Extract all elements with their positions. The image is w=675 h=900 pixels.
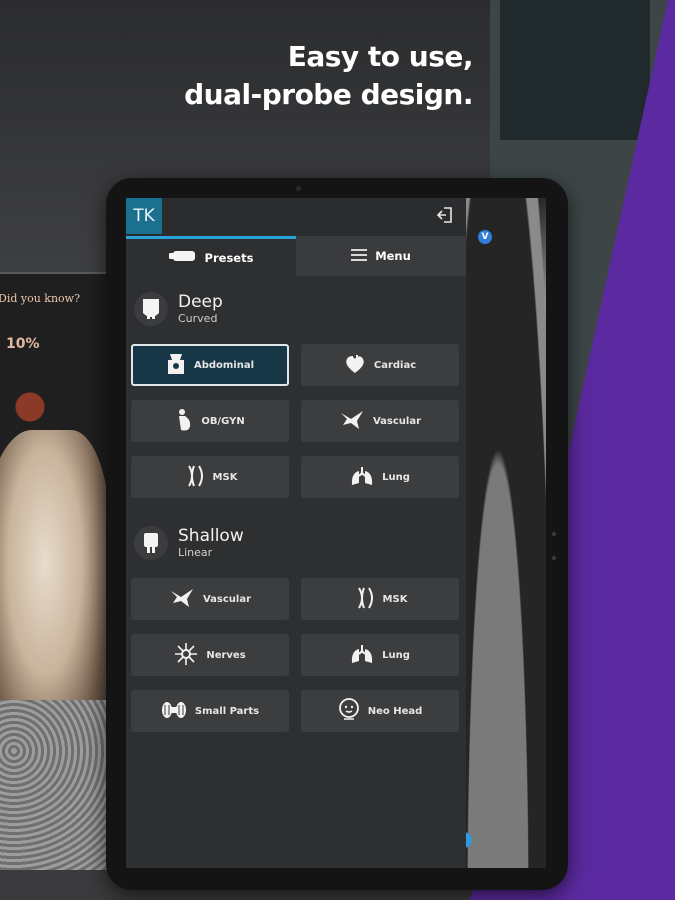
preset-label: Vascular (372, 415, 422, 427)
preset-deep-abdominal[interactable]: Abdominal (131, 344, 289, 386)
abdominal-icon (166, 352, 186, 379)
headline-line-1: Easy to use, (287, 40, 474, 73)
tablet-side-button (552, 532, 556, 536)
preset-shallow-nerves[interactable]: Nerves (131, 634, 289, 676)
tab-bar: Presets Menu (126, 236, 466, 276)
preset-shallow-lung[interactable]: Lung (301, 634, 459, 676)
preset-label: OB/GYN (201, 415, 245, 427)
tab-presets[interactable]: Presets (126, 236, 296, 276)
msk-icon (353, 586, 375, 613)
preset-deep-msk[interactable]: MSK (131, 456, 289, 498)
deep-probe-header: Deep Curved (134, 292, 223, 326)
vascular-icon (339, 409, 365, 434)
preset-label: Cardiac (373, 359, 417, 371)
small-parts-icon (161, 699, 187, 724)
shallow-title: Shallow (178, 526, 244, 546)
preset-deep-ob-gyn[interactable]: OB/GYN (131, 400, 289, 442)
deep-title: Deep (178, 292, 223, 312)
exit-icon[interactable] (436, 206, 454, 224)
hamburger-icon (351, 248, 368, 264)
vascular-icon (169, 587, 195, 612)
lung-icon (350, 465, 374, 490)
tab-menu[interactable]: Menu (296, 236, 466, 276)
poster-stat: 10% (6, 336, 40, 352)
preset-label: MSK (212, 471, 238, 483)
msk-icon (183, 464, 205, 491)
preset-label: MSK (382, 593, 408, 605)
cat-perch-photo (0, 700, 110, 870)
shallow-subtitle: Linear (178, 546, 213, 559)
background-dark-panel (500, 0, 650, 140)
shallow-probe-header: Shallow Linear (134, 526, 244, 560)
tab-presets-label: Presets (204, 250, 254, 265)
neo-head-icon (338, 697, 360, 725)
preset-shallow-msk[interactable]: MSK (301, 578, 459, 620)
nerves-icon (174, 642, 198, 669)
tablet-side-button (552, 556, 556, 560)
tab-menu-label: Menu (375, 249, 411, 263)
deep-subtitle: Curved (178, 312, 218, 325)
ob-gyn-icon (175, 408, 193, 435)
preset-label: Neo Head (367, 705, 423, 717)
preset-label: Lung (382, 471, 410, 483)
preset-label: Lung (382, 649, 410, 661)
curved-probe-icon (134, 292, 168, 326)
preset-shallow-neo-head[interactable]: Neo Head (301, 690, 459, 732)
lung-icon (350, 643, 374, 668)
tablet-camera (296, 186, 301, 191)
poster-question: Did you know? (0, 292, 80, 305)
linear-probe-icon (134, 526, 168, 560)
headline: Easy to use, dual-probe design. (0, 38, 473, 114)
presets-panel: TK Presets Menu Deep Curved Abdominal Ca… (126, 198, 466, 868)
orientation-badge: V (478, 230, 492, 244)
preset-deep-lung[interactable]: Lung (301, 456, 459, 498)
top-bar: TK (126, 198, 466, 236)
preset-label: Nerves (206, 649, 246, 661)
preset-label: Vascular (202, 593, 252, 605)
user-avatar[interactable]: TK (126, 198, 162, 234)
ultrasound-image[interactable]: V (460, 198, 546, 868)
preset-shallow-vascular[interactable]: Vascular (131, 578, 289, 620)
heart-icon (344, 353, 366, 378)
preset-shallow-small-parts[interactable]: Small Parts (131, 690, 289, 732)
preset-label: Abdominal (193, 359, 255, 371)
preset-deep-vascular[interactable]: Vascular (301, 400, 459, 442)
preset-label: Small Parts (194, 705, 260, 717)
probe-icon (168, 250, 197, 265)
headline-line-2: dual-probe design. (184, 78, 473, 111)
preset-deep-cardiac[interactable]: Cardiac (301, 344, 459, 386)
